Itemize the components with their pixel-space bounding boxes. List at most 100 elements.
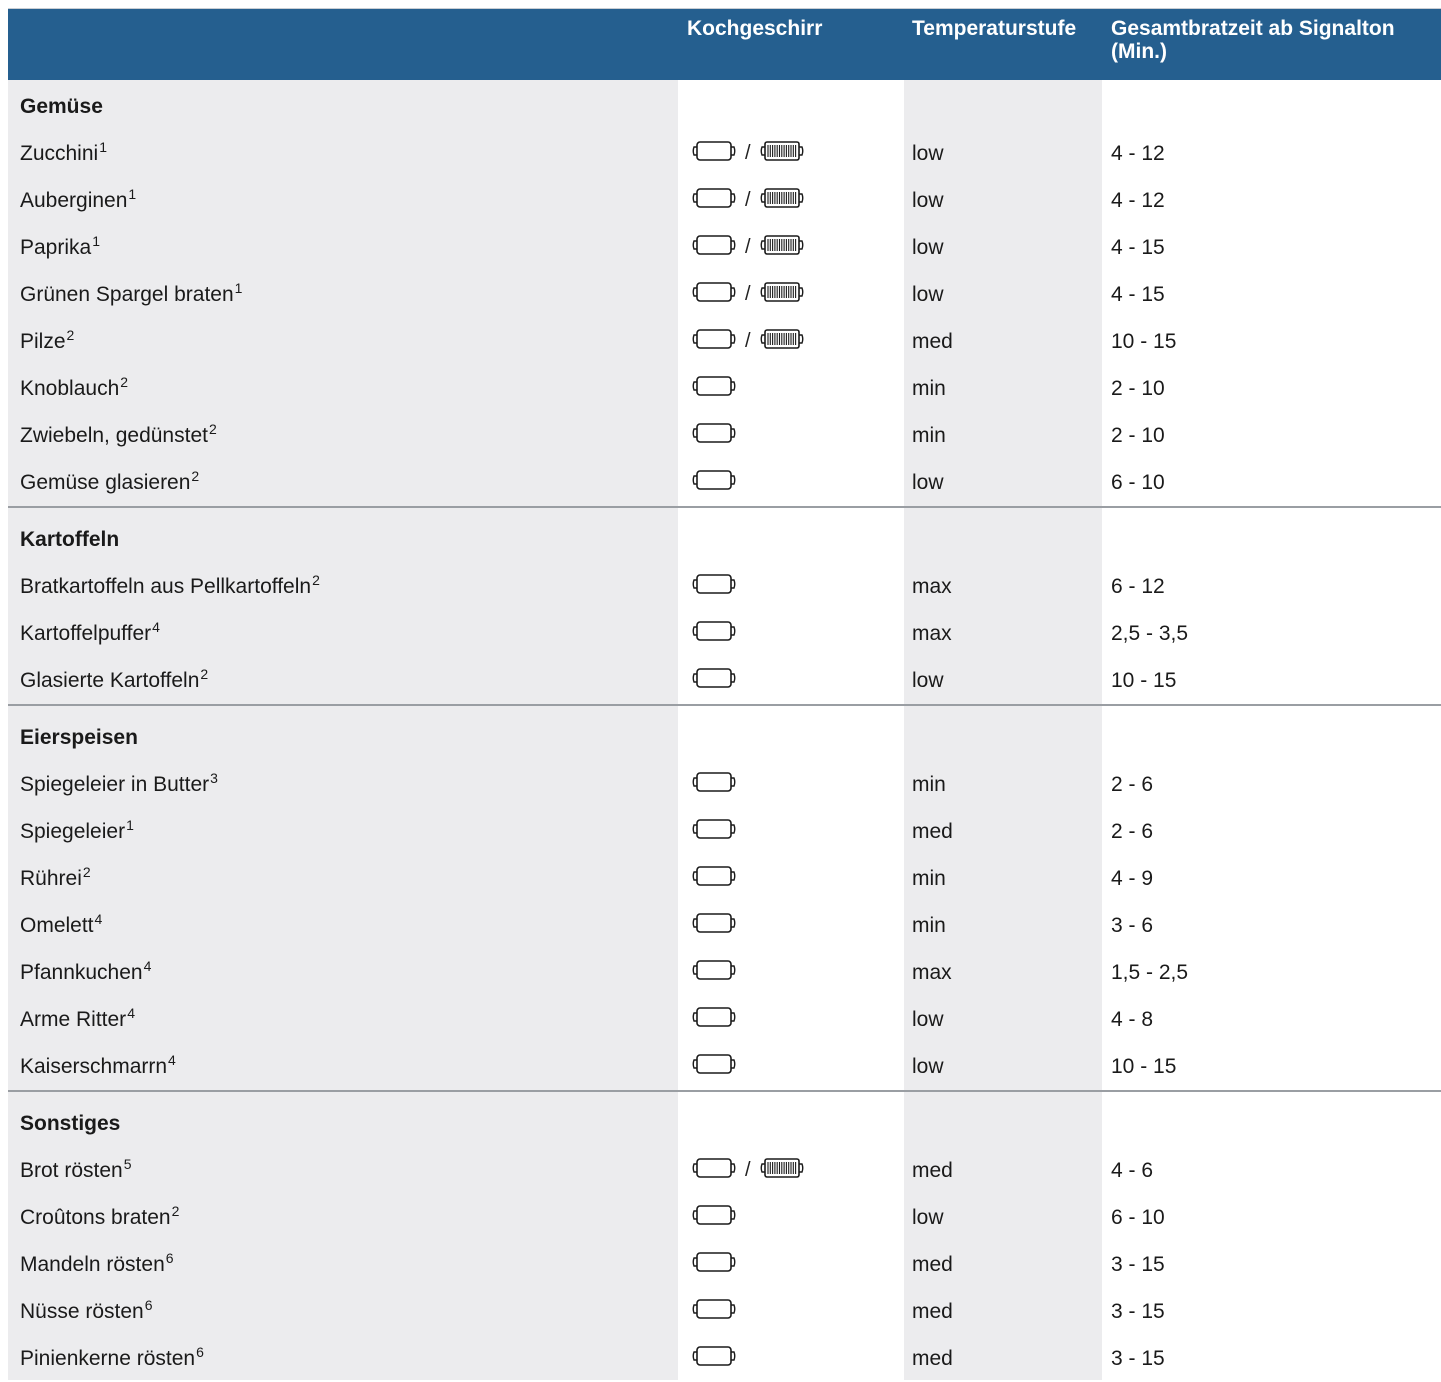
table-row: Kartoffelpuffer4 max 2,5 - 3,5	[8, 610, 1441, 657]
section-title: Gemüse	[20, 95, 103, 118]
table-row: Pfannkuchen4 max 1,5 - 2,5	[8, 949, 1441, 996]
cooking-time: 6 - 10	[1111, 1206, 1165, 1229]
section-divider	[8, 704, 1441, 706]
footnote-ref: 4	[152, 619, 160, 635]
table-row: Glasierte Kartoffeln2 low 10 - 15	[8, 657, 1441, 704]
temperature-level: med	[912, 1300, 953, 1323]
pan-icon	[691, 140, 737, 168]
table-row: Pinienkerne rösten6 med 3 - 15	[8, 1335, 1441, 1382]
cooking-time: 4 - 12	[1111, 142, 1165, 165]
pan-icon	[691, 771, 737, 799]
table-row: Paprika1 / low 4 - 15	[8, 224, 1441, 271]
cookware-cell: /	[691, 318, 805, 365]
section-divider	[8, 1090, 1441, 1092]
section-header: Eierspeisen	[8, 714, 1441, 761]
cookware-cell	[691, 996, 737, 1043]
dish-name-text: Croûtons braten	[20, 1206, 171, 1229]
dish-name: Spiegeleier1	[20, 808, 134, 855]
cookware-cell	[691, 1288, 737, 1335]
cookware-cell	[691, 412, 737, 459]
footnote-ref: 6	[165, 1250, 174, 1266]
temperature-level: med	[912, 330, 953, 353]
dish-name-text: Rührei	[20, 867, 82, 890]
footnote-ref: 6	[144, 1297, 153, 1313]
dish-name: Arme Ritter4	[20, 996, 135, 1043]
pan-icon	[691, 187, 737, 215]
cooking-time: 2,5 - 3,5	[1111, 622, 1189, 645]
footnote-ref: 4	[143, 958, 152, 974]
dish-name-text: Pilze	[20, 330, 66, 353]
table-row: Mandeln rösten6 med 3 - 15	[8, 1241, 1441, 1288]
section-title: Eierspeisen	[20, 726, 138, 749]
dish-name: Kaiserschmarrn4	[20, 1043, 176, 1090]
footnote-ref: 3	[210, 770, 218, 786]
table-row: Spiegeleier in Butter3 min 2 - 6	[8, 761, 1441, 808]
pan-icon	[691, 234, 737, 262]
header-kochgeschirr: Kochgeschirr	[687, 17, 823, 40]
dish-name: Grünen Spargel braten1	[20, 271, 242, 318]
separator-slash: /	[745, 236, 751, 258]
temperature-level: min	[912, 914, 946, 937]
dish-name-text: Bratkartoffeln aus Pellkartoffeln	[20, 575, 312, 598]
pan-icon	[691, 912, 737, 940]
pan-icon	[691, 1204, 737, 1232]
dish-name: Paprika1	[20, 224, 100, 271]
dish-name: Glasierte Kartoffeln2	[20, 657, 208, 704]
temperature-level: low	[912, 471, 944, 494]
table-row: Spiegeleier1 med 2 - 6	[8, 808, 1441, 855]
footnote-ref: 1	[234, 280, 243, 296]
table-row: Arme Ritter4 low 4 - 8	[8, 996, 1441, 1043]
temperature-level: max	[912, 961, 952, 984]
table-row: Croûtons braten2 low 6 - 10	[8, 1194, 1441, 1241]
cooking-time: 10 - 15	[1111, 669, 1177, 692]
pan-icon	[691, 865, 737, 893]
temperature-level: low	[912, 669, 944, 692]
temperature-level: low	[912, 283, 944, 306]
dish-name: Rührei2	[20, 855, 91, 902]
cookware-cell	[691, 657, 737, 704]
cookware-cell	[691, 1194, 737, 1241]
cookware-cell	[691, 761, 737, 808]
section-title: Sonstiges	[20, 1112, 121, 1135]
dish-name-text: Spiegeleier in Butter	[20, 773, 210, 796]
temperature-level: min	[912, 773, 946, 796]
dish-name-text: Zucchini	[20, 142, 99, 165]
cooking-time: 2 - 10	[1111, 424, 1165, 447]
cooking-time: 4 - 6	[1111, 1159, 1154, 1182]
cookware-cell: /	[691, 130, 805, 177]
cooking-time: 10 - 15	[1111, 1055, 1177, 1078]
table-row: Grünen Spargel braten1 / low 4 - 15	[8, 271, 1441, 318]
section-divider	[8, 506, 1441, 508]
dish-name-text: Omelett	[20, 914, 94, 937]
cooking-time: 4 - 15	[1111, 283, 1165, 306]
dish-name-text: Nüsse rösten	[20, 1300, 144, 1323]
footnote-ref: 4	[94, 911, 103, 927]
temperature-level: low	[912, 142, 944, 165]
cookware-cell	[691, 1043, 737, 1090]
table-row: Kaiserschmarrn4 low 10 - 15	[8, 1043, 1441, 1090]
dish-name: Zucchini1	[20, 130, 107, 177]
temperature-level: med	[912, 820, 953, 843]
temperature-level: med	[912, 1347, 953, 1370]
table-row: Zwiebeln, gedünstet2 min 2 - 10	[8, 412, 1441, 459]
pan-icon	[691, 422, 737, 450]
cookware-cell	[691, 610, 737, 657]
dish-name-text: Brot rösten	[20, 1159, 123, 1182]
cooking-time: 4 - 12	[1111, 189, 1165, 212]
temperature-level: med	[912, 1159, 953, 1182]
dish-name-text: Auberginen	[20, 189, 128, 212]
table-row: Knoblauch2 min 2 - 10	[8, 365, 1441, 412]
pan-icon	[691, 620, 737, 648]
temperature-level: low	[912, 1206, 944, 1229]
separator-slash: /	[745, 142, 751, 164]
grill-pan-icon	[759, 281, 805, 309]
table-row: Brot rösten5 / med 4 - 6	[8, 1147, 1441, 1194]
cookware-cell	[691, 1241, 737, 1288]
dish-name-text: Knoblauch	[20, 377, 120, 400]
temperature-level: low	[912, 1055, 944, 1078]
footnote-ref: 2	[200, 666, 209, 682]
cookware-cell	[691, 365, 737, 412]
section-title: Kartoffeln	[20, 528, 120, 551]
cookware-cell	[691, 1335, 737, 1382]
cooking-time: 4 - 8	[1111, 1008, 1154, 1031]
